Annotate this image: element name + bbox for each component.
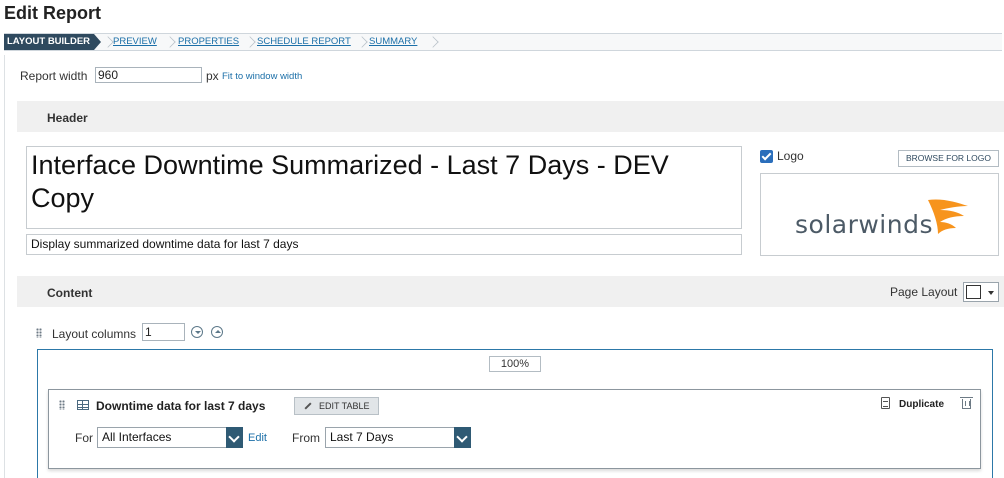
logo-preview: solarwinds	[760, 173, 999, 256]
step-chevron-icon	[356, 34, 365, 50]
report-width-input[interactable]: 960	[95, 67, 202, 83]
left-border-rule	[4, 55, 5, 478]
header-section-title: Header	[47, 111, 88, 125]
edit-datasource-link[interactable]: Edit	[248, 432, 267, 444]
from-select[interactable]: Last 7 Days	[325, 427, 471, 448]
step-summary[interactable]: SUMMARY	[369, 34, 417, 50]
logo-label: Logo	[777, 149, 804, 163]
for-select[interactable]: All Interfaces	[97, 427, 243, 448]
page-layout-label: Page Layout	[890, 285, 958, 299]
for-label: For	[75, 431, 93, 445]
header-section-bar: Header	[17, 101, 1004, 132]
trash-icon[interactable]	[960, 397, 973, 409]
widget-title: Downtime data for last 7 days	[96, 399, 266, 413]
edit-table-label: EDIT TABLE	[319, 401, 370, 411]
column-width-input[interactable]: 100%	[489, 356, 541, 372]
report-subtitle-input[interactable]: Display summarized downtime data for las…	[26, 234, 742, 255]
step-chevron-icon	[244, 34, 253, 50]
report-width-unit: px	[206, 69, 219, 83]
table-icon	[77, 400, 89, 410]
solarwinds-flame-icon	[928, 199, 968, 234]
content-section-title: Content	[47, 286, 93, 300]
from-select-value: Last 7 Days	[330, 430, 394, 444]
layout-columns-input[interactable]: 1	[142, 323, 185, 341]
report-title-input[interactable]: Interface Downtime Summarized - Last 7 D…	[26, 146, 742, 229]
decrease-columns-button[interactable]	[191, 326, 203, 338]
layout-columns-label: Layout columns	[52, 327, 137, 341]
wizard-steps: LAYOUT BUILDER PREVIEW PROPERTIES SCHEDU…	[4, 33, 1002, 51]
content-section-bar: Content	[17, 276, 1004, 307]
solarwinds-logo-text: solarwinds	[795, 210, 933, 239]
report-width-label: Report width	[20, 69, 88, 83]
fit-to-window-link[interactable]: Fit to window width	[222, 71, 302, 82]
step-chevron-icon	[164, 34, 173, 50]
edit-table-button[interactable]: EDIT TABLE	[294, 397, 379, 415]
step-properties[interactable]: PROPERTIES	[178, 34, 239, 50]
browse-for-logo-button[interactable]: BROWSE FOR LOGO	[898, 150, 999, 167]
pencil-icon	[304, 402, 312, 410]
duplicate-button[interactable]: Duplicate	[899, 399, 944, 410]
step-schedule-report[interactable]: SCHEDULE REPORT	[257, 34, 351, 50]
step-layout-builder[interactable]: LAYOUT BUILDER	[4, 34, 101, 50]
step-chevron-icon	[102, 34, 111, 50]
single-column-layout-icon	[966, 285, 981, 299]
for-select-value: All Interfaces	[102, 430, 172, 444]
page-layout-select[interactable]	[963, 282, 999, 302]
logo-checkbox[interactable]	[760, 150, 773, 163]
chevron-down-icon[interactable]	[454, 427, 471, 448]
step-chevron-icon	[427, 34, 436, 50]
increase-columns-button[interactable]	[211, 326, 223, 338]
widget-drag-handle-icon[interactable]	[59, 400, 65, 410]
dropdown-arrow-icon	[988, 291, 994, 295]
drag-handle-icon[interactable]	[36, 328, 42, 338]
from-label: From	[292, 431, 320, 445]
duplicate-icon[interactable]	[881, 397, 890, 409]
step-preview[interactable]: PREVIEW	[113, 34, 157, 50]
chevron-down-icon[interactable]	[226, 427, 243, 448]
page-title: Edit Report	[4, 3, 101, 23]
